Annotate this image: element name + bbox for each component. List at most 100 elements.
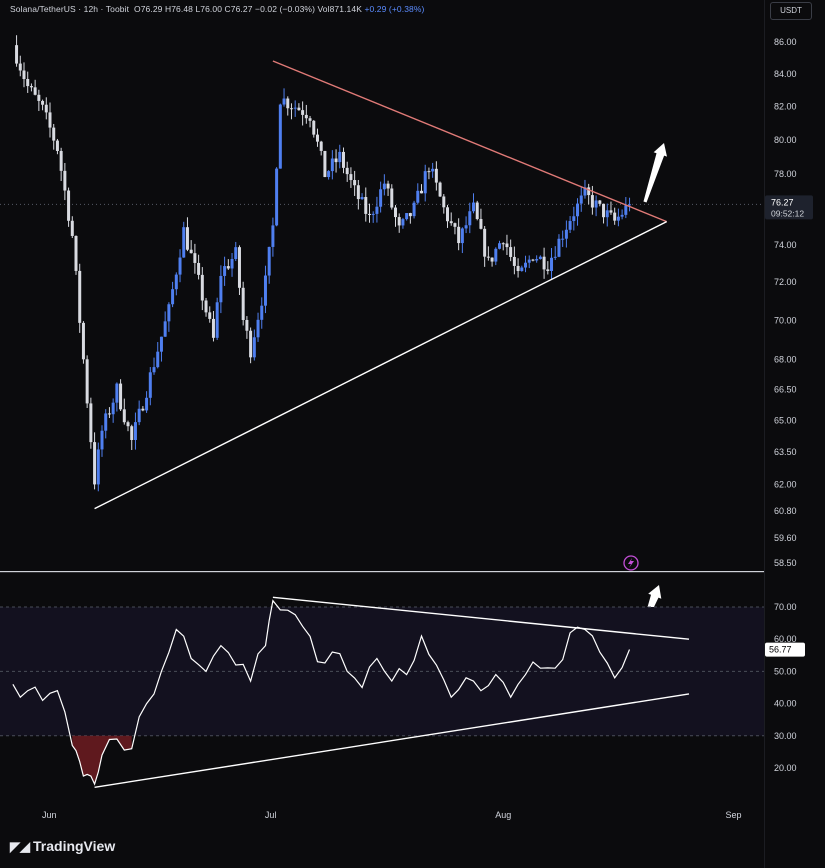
candle-body	[271, 225, 275, 247]
candle-body	[15, 45, 19, 64]
candle-body	[163, 321, 167, 337]
candle-body	[185, 227, 189, 250]
price-tick-label: 68.00	[774, 355, 797, 365]
candle-body	[107, 413, 111, 415]
candle-body	[371, 213, 375, 215]
candle-body	[93, 442, 97, 485]
price-axis-border	[764, 0, 765, 868]
candle-body	[531, 259, 535, 261]
price-tick-label: 86.00	[774, 37, 797, 47]
candle-body	[226, 266, 230, 269]
candle-body	[141, 408, 145, 411]
candle-body	[289, 108, 293, 110]
candle-body	[323, 150, 327, 178]
candle-body	[211, 318, 215, 338]
candle-body	[167, 304, 171, 322]
candle-body	[353, 180, 357, 186]
candle-body	[486, 256, 490, 258]
candle-body	[230, 259, 234, 269]
candle-body	[628, 204, 632, 206]
candle-body	[104, 413, 108, 431]
price-tick-label: 70.00	[774, 315, 797, 325]
lightning-bolt	[628, 558, 634, 568]
price-tick-label: 84.00	[774, 69, 797, 79]
candle-body	[423, 171, 427, 194]
candle-body	[512, 256, 516, 266]
candle-body	[41, 100, 45, 105]
candle-body	[315, 134, 319, 142]
candle-body	[55, 140, 59, 151]
candle-body	[156, 351, 160, 368]
candle-body	[420, 190, 423, 194]
candle-body	[524, 262, 528, 268]
candle-body	[427, 171, 431, 173]
candle-body	[256, 319, 260, 338]
candle-body	[535, 259, 539, 261]
candle-body	[401, 219, 405, 226]
price-tick-label: 78.00	[774, 169, 797, 179]
candle-body	[33, 87, 37, 95]
candle-body	[178, 257, 182, 275]
candle-body	[542, 256, 546, 270]
chart-svg[interactable]: 86.0084.0082.0080.0078.0076.0074.0072.00…	[0, 0, 825, 868]
candle-body	[78, 270, 82, 323]
candle-body	[286, 98, 290, 109]
candle-body	[67, 190, 71, 221]
candle-body	[557, 238, 561, 257]
candle-body	[252, 337, 256, 358]
candle-body	[527, 259, 531, 263]
time-tick-label: Jul	[265, 810, 277, 820]
candle-body	[416, 190, 420, 203]
time-tick-label: Aug	[495, 810, 511, 820]
price-resistance-trendline	[272, 60, 667, 223]
candle-body	[241, 287, 245, 320]
candle-body	[460, 228, 464, 244]
candle-body	[145, 397, 149, 411]
candle-body	[442, 196, 446, 208]
candle-body	[616, 216, 620, 221]
candle-body	[204, 300, 208, 313]
candle-body	[96, 449, 100, 485]
candle-body	[293, 107, 297, 109]
candle-body	[449, 221, 453, 224]
candle-body	[189, 249, 193, 254]
candle-body	[408, 213, 412, 217]
candle-body	[152, 367, 156, 373]
candle-body	[137, 408, 141, 423]
candle-body	[312, 120, 316, 135]
candle-body	[18, 63, 22, 71]
candle-body	[330, 158, 334, 172]
candle-body	[245, 319, 249, 331]
candle-body	[197, 262, 201, 275]
candle-body	[356, 185, 360, 200]
candle-body	[550, 257, 554, 272]
candle-body	[130, 426, 134, 440]
candle-body	[538, 256, 542, 260]
candle-body	[215, 302, 219, 338]
candle-body	[327, 171, 331, 178]
candle-body	[85, 359, 89, 404]
candle-body	[602, 203, 606, 218]
candle-body	[468, 211, 472, 226]
candle-body	[572, 216, 576, 222]
rsi-tick-label: 30.00	[774, 731, 797, 741]
rsi-tick-label: 20.00	[774, 763, 797, 773]
candle-body	[341, 151, 345, 168]
candle-body	[308, 118, 312, 121]
candle-body	[22, 70, 26, 80]
candle-body	[48, 112, 52, 128]
candle-body	[301, 110, 305, 115]
candle-body	[219, 275, 223, 303]
candle-body	[126, 422, 130, 427]
candle-body	[576, 203, 580, 217]
candle-body	[590, 195, 594, 208]
candle-body	[334, 158, 338, 163]
tradingview-logo[interactable]: ◤◢ TradingView	[10, 838, 115, 855]
time-tick-label: Jun	[42, 810, 57, 820]
candle-body	[29, 86, 33, 88]
candle-body	[386, 183, 390, 189]
price-badge-value: 76.27	[771, 197, 794, 207]
price-tick-label: 82.00	[774, 101, 797, 111]
candle-body	[59, 150, 63, 171]
candle-body	[159, 336, 163, 352]
